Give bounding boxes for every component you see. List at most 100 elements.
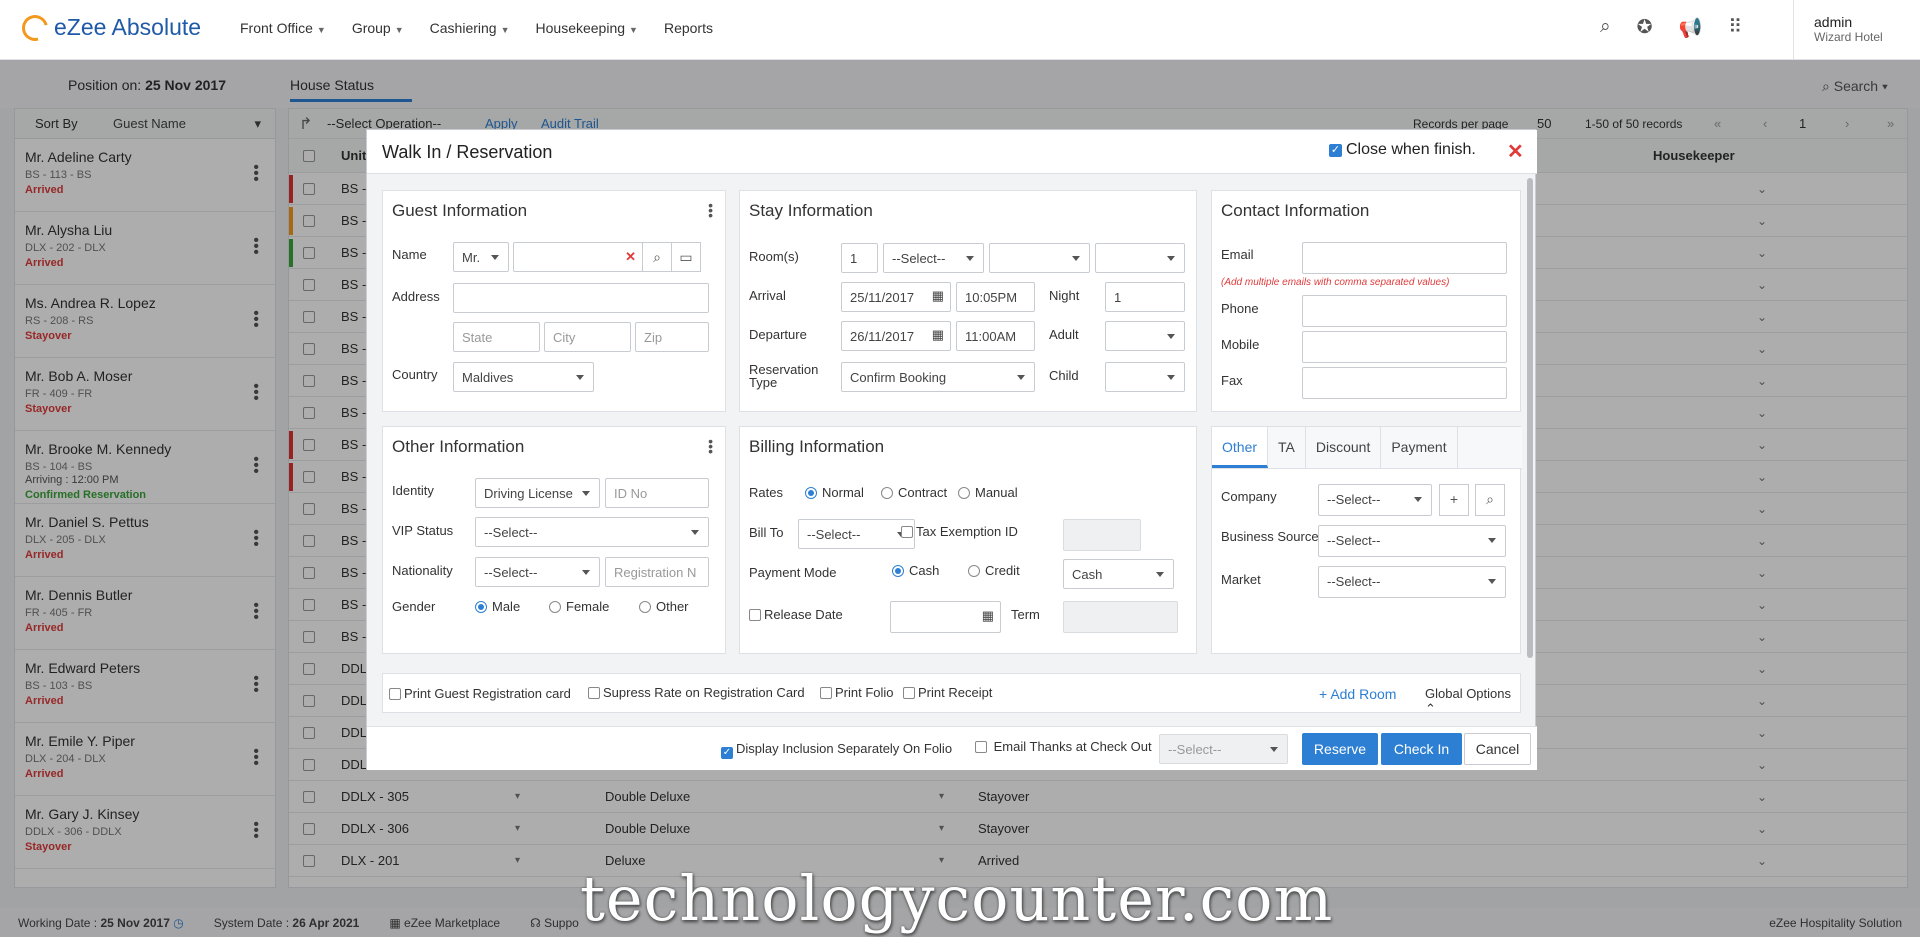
rate-contract-radio[interactable]: Contract [881,485,947,500]
tab-payment[interactable]: Payment [1381,427,1458,468]
main-menu: Front Office ▼ Group ▼ Cashiering ▼ Houseke… [240,20,713,36]
rate-manual-radio[interactable]: Manual [958,485,1018,500]
menu-housekeeping[interactable]: Housekeeping ▼ [536,20,638,36]
child-select[interactable] [1105,362,1185,392]
arrival-label: Arrival [749,288,786,303]
add-company-icon[interactable]: + [1439,484,1469,516]
global-options-toggle[interactable]: Global Options ⌃ [1425,686,1520,717]
modal-scrollbar[interactable] [1527,178,1533,658]
fax-input[interactable] [1302,367,1507,399]
departure-label: Departure [749,327,807,342]
menu-cashiering[interactable]: Cashiering ▼ [430,20,510,36]
menu-front-office[interactable]: Front Office ▼ [240,20,326,36]
megaphone-icon[interactable]: 📢 [1679,16,1703,40]
phone-input[interactable] [1302,295,1507,327]
nationality-label: Nationality [392,563,453,578]
search-icon[interactable]: ⌕ [1600,16,1611,40]
other-info-title: Other Information [392,437,525,456]
add-room-link[interactable]: + Add Room [1319,686,1396,702]
gender-female-radio[interactable]: Female [549,599,609,614]
adult-select[interactable] [1105,321,1185,351]
more-vertical-icon[interactable]: • • • [708,198,713,222]
display-inclusion-checkbox[interactable]: ✓ Display Inclusion Separately On Folio [721,741,952,759]
payment-cash-radio[interactable]: Cash [892,563,939,578]
billing-info-panel: Billing Information Rates Normal Contrac… [739,426,1197,654]
menu-reports[interactable]: Reports [664,20,713,36]
checkbox-icon [975,741,987,753]
country-select[interactable]: Maldives [453,362,594,392]
company-select[interactable]: --Select-- [1318,484,1432,516]
id-no-input[interactable]: ID No [605,478,709,508]
departure-time-input[interactable]: 11:00AM [956,321,1035,351]
zip-input[interactable]: Zip [635,322,709,352]
print-folio-checkbox[interactable]: Print Folio [820,685,894,700]
tab-ta[interactable]: TA [1268,427,1306,468]
nationality-select[interactable]: --Select-- [475,557,600,587]
tab-other[interactable]: Other [1212,427,1269,468]
email-thanks-checkbox[interactable]: Email Thanks at Check Out [975,739,1152,754]
email-input[interactable] [1302,242,1507,274]
card-icon[interactable]: ▭ [671,242,701,272]
radio-icon [639,601,651,613]
reserve-button[interactable]: Reserve [1302,733,1378,765]
close-when-finish-checkbox[interactable]: ✓ Close when finish. [1329,141,1476,159]
tax-exemption-checkbox[interactable]: Tax Exemption ID [901,524,1018,539]
apps-grid-icon[interactable]: ⠿ [1728,16,1742,40]
calendar-icon[interactable]: ▦ [932,288,944,304]
room-type-select[interactable]: --Select-- [883,243,984,273]
release-date-checkbox[interactable]: Release Date [749,607,843,622]
payment-credit-radio[interactable]: Credit [968,563,1020,578]
rooms-input[interactable]: 1 [841,243,878,273]
release-date-input[interactable]: ▦ [890,601,1001,633]
rate-type-select[interactable] [1095,243,1185,273]
app-logo[interactable]: eZee Absolute [17,9,201,46]
identity-type-select[interactable]: Driving License [475,478,600,508]
user-menu[interactable]: admin Wizard Hotel [1793,0,1920,60]
salutation-select[interactable]: Mr. [453,242,509,272]
fax-label: Fax [1221,373,1243,388]
guest-info-title: Guest Information [392,201,528,220]
menu-group[interactable]: Group ▼ [352,20,404,36]
gender-male-radio[interactable]: Male [475,599,520,614]
gender-other-radio[interactable]: Other [639,599,689,614]
cancel-button[interactable]: Cancel [1464,733,1531,765]
search-icon[interactable]: ⌕ [1475,484,1505,516]
clear-icon[interactable]: ✕ [625,249,636,265]
more-vertical-icon[interactable]: • • • [708,434,713,458]
departure-date-input[interactable]: 26/11/2017 ▦ [841,321,951,351]
business-source-select[interactable]: --Select-- [1318,525,1506,557]
room-select[interactable] [989,243,1090,273]
tab-bar: Other TA Discount Payment [1212,427,1522,469]
address-input[interactable] [453,283,709,313]
guest-name-input[interactable]: ✕ [513,242,643,272]
contact-info-title: Contact Information [1221,201,1370,220]
payment-type-select[interactable]: Cash [1063,559,1174,589]
suppress-rate-checkbox[interactable]: Supress Rate on Registration Card [588,685,805,700]
modal-title: Walk In / Reservation [382,142,553,162]
market-label: Market [1221,572,1261,587]
print-grc-checkbox[interactable]: Print Guest Registration card [389,686,571,701]
market-select[interactable]: --Select-- [1318,566,1506,598]
vip-status-select[interactable]: --Select-- [475,517,709,547]
bill-to-select[interactable]: --Select-- [798,519,915,549]
calendar-icon[interactable]: ▦ [982,608,994,624]
registration-no-input[interactable]: Registration N [605,557,709,587]
arrival-time-input[interactable]: 10:05PM [956,282,1035,312]
print-receipt-checkbox[interactable]: Print Receipt [903,685,992,700]
rate-normal-radio[interactable]: Normal [805,485,864,500]
rooms-label: Room(s) [749,249,799,264]
check-in-button[interactable]: Check In [1381,733,1462,765]
close-icon[interactable]: ✕ [1507,139,1524,164]
gender-label: Gender [392,599,436,614]
search-icon[interactable]: ⌕ [642,242,672,272]
radio-icon [968,565,980,577]
badge-icon[interactable]: ✪ [1637,16,1653,40]
arrival-date-input[interactable]: 25/11/2017 ▦ [841,282,951,312]
calendar-icon[interactable]: ▦ [932,327,944,343]
nights-input[interactable]: 1 [1105,282,1185,312]
city-input[interactable]: City [544,322,631,352]
tab-discount[interactable]: Discount [1306,427,1382,468]
state-input[interactable]: State [453,322,540,352]
mobile-input[interactable] [1302,331,1507,363]
reservation-type-select[interactable]: Confirm Booking [841,362,1035,392]
